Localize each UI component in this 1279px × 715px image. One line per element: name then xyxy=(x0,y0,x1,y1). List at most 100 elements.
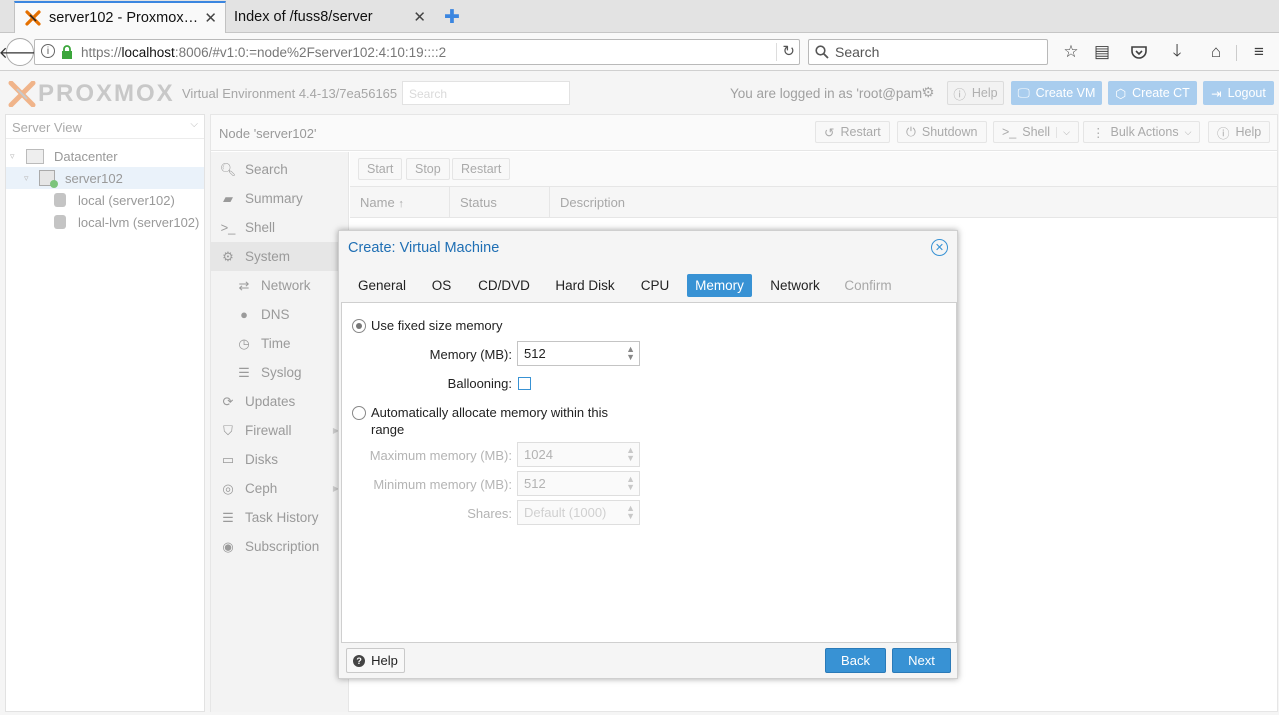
pve-header: PROXMOX Virtual Environment 4.4-13/7ea56… xyxy=(0,72,1279,114)
node-restart-button[interactable]: ↺ Restart xyxy=(815,121,890,143)
max-memory-label: Maximum memory (MB): xyxy=(369,448,512,463)
resource-search-input[interactable]: Search xyxy=(402,81,570,105)
new-tab-icon[interactable]: ✚ xyxy=(444,6,460,29)
node-shutdown-button[interactable]: ⏻ Shutdown xyxy=(897,121,987,143)
chevron-down-icon[interactable]: ⌵ xyxy=(190,119,198,130)
spinner-icon[interactable]: ▲ ▼ xyxy=(626,504,635,521)
pocket-icon[interactable] xyxy=(1127,40,1151,64)
chevron-down-icon[interactable]: ⌵ xyxy=(1185,127,1192,138)
menu-item-subscription[interactable]: ◉ Subscription xyxy=(211,532,349,561)
column-name[interactable]: Name ↑ xyxy=(350,187,450,217)
desktop-icon: 🖵 xyxy=(1017,85,1030,100)
ballooning-checkbox[interactable] xyxy=(518,377,531,390)
create-vm-button[interactable]: 🖵 Create VM xyxy=(1011,81,1102,105)
menu-item-shell[interactable]: >_ Shell xyxy=(211,213,349,242)
column-status[interactable]: Status xyxy=(450,187,550,217)
power-icon: ⏻ xyxy=(906,124,916,139)
hamburger-menu-icon[interactable]: ≡ xyxy=(1247,40,1271,64)
next-button[interactable]: Next xyxy=(892,648,951,673)
create-vm-dialog: Create: Virtual Machine ✕ General OS CD/… xyxy=(338,230,958,679)
close-icon[interactable]: ✕ xyxy=(931,239,948,256)
memory-input[interactable]: 512 ▲ ▼ xyxy=(517,341,640,366)
tree-item-datacenter[interactable]: ▿ Datacenter xyxy=(6,145,204,167)
search-placeholder: Search xyxy=(835,44,880,60)
url-bar[interactable]: i https://localhost:8006/#v1:0:=node%2Fs… xyxy=(34,39,800,65)
logout-button[interactable]: ⇥ Logout xyxy=(1203,81,1274,105)
spinner-icon[interactable]: ▲ ▼ xyxy=(626,345,635,362)
bulk-actions-button[interactable]: ⋮ Bulk Actions ⌵ xyxy=(1083,121,1201,143)
tab-os[interactable]: OS xyxy=(423,274,460,297)
max-memory-input[interactable]: 1024 ▲ ▼ xyxy=(517,442,640,467)
menu-item-dns[interactable]: ● DNS xyxy=(211,300,349,329)
create-ct-button[interactable]: ⬡ Create CT xyxy=(1108,81,1197,105)
tab-cpu[interactable]: CPU xyxy=(633,274,677,297)
tab-hard-disk[interactable]: Hard Disk xyxy=(548,274,622,297)
view-selector[interactable]: Server View ⌵ xyxy=(6,115,204,139)
memory-panel: Use fixed size memory Memory (MB): 512 ▲… xyxy=(341,302,957,643)
close-tab-icon[interactable]: ✕ xyxy=(413,8,426,26)
collapse-icon[interactable]: ▿ xyxy=(24,173,36,184)
column-description[interactable]: Description xyxy=(550,187,850,217)
downloads-icon[interactable]: 🡓 xyxy=(1165,40,1189,64)
gear-icon[interactable]: ⚙ xyxy=(922,84,935,101)
chevron-down-icon[interactable]: ⌵ xyxy=(1056,126,1070,138)
menu-item-network[interactable]: ⇄ Network xyxy=(211,271,349,300)
stop-button[interactable]: Stop xyxy=(406,158,450,180)
tab-general[interactable]: General xyxy=(350,274,414,297)
auto-memory-radio[interactable] xyxy=(352,406,366,420)
reload-icon[interactable]: ↻ xyxy=(782,42,795,60)
browser-search-input[interactable]: Search xyxy=(808,39,1048,65)
cogs-icon: ⚙ xyxy=(222,248,234,264)
collapse-icon[interactable]: ▿ xyxy=(10,151,22,162)
header-help-button[interactable]: ⓘ Help xyxy=(947,81,1004,105)
proxmox-logo: PROXMOX xyxy=(8,80,175,108)
bookmark-star-icon[interactable]: ☆ xyxy=(1059,40,1083,64)
info-icon[interactable]: i xyxy=(41,44,55,58)
node-shell-button[interactable]: >_ Shell ⌵ xyxy=(993,121,1079,143)
menu-item-system[interactable]: ⚙ System xyxy=(211,242,349,271)
shares-input[interactable]: Default (1000) ▲ ▼ xyxy=(517,500,640,525)
close-tab-icon[interactable]: ✕ xyxy=(204,9,217,27)
spinner-icon[interactable]: ▲ ▼ xyxy=(626,475,635,492)
menu-item-firewall[interactable]: ⛉ Firewall ▶ xyxy=(211,416,349,445)
back-icon[interactable]: 🡐 xyxy=(0,38,41,66)
spinner-icon[interactable]: ▲ ▼ xyxy=(626,446,635,463)
home-icon[interactable]: ⌂ xyxy=(1204,40,1228,64)
tab-cd-dvd[interactable]: CD/DVD xyxy=(472,274,536,297)
shares-label: Shares: xyxy=(467,506,512,521)
vm-restart-button[interactable]: Restart xyxy=(452,158,511,180)
lock-icon xyxy=(62,45,72,59)
browser-tab-proxmox[interactable]: server102 - Proxmox… ✕ xyxy=(14,1,226,33)
browser-tab-index[interactable]: Index of /fuss8/server ✕ xyxy=(226,1,432,33)
resource-tree: Server View ⌵ ▿ Datacenter ▿ server102 l… xyxy=(5,114,205,712)
tab-memory[interactable]: Memory xyxy=(687,274,752,297)
terminal-icon: >_ xyxy=(220,220,236,235)
sign-out-icon: ⇥ xyxy=(1211,86,1222,101)
browser-tab-bar: server102 - Proxmox… ✕ Index of /fuss8/s… xyxy=(0,0,1279,33)
sort-asc-icon: ↑ xyxy=(398,198,404,210)
start-button[interactable]: Start xyxy=(358,158,403,180)
tab-network[interactable]: Network xyxy=(763,274,827,297)
question-circle-icon: ? xyxy=(353,654,366,667)
search-toolbar: Start Stop Restart xyxy=(350,152,1277,186)
tree-item-local[interactable]: local (server102) xyxy=(6,189,204,211)
node-help-button[interactable]: ⓘ Help xyxy=(1208,121,1271,143)
menu-item-task-history[interactable]: ☰ Task History xyxy=(211,503,349,532)
proxmox-favicon-icon xyxy=(25,10,41,26)
back-button[interactable]: Back xyxy=(825,648,886,673)
tab-confirm[interactable]: Confirm xyxy=(837,274,899,297)
menu-item-search[interactable]: 🔍︎ Search xyxy=(211,155,349,184)
menu-item-disks[interactable]: ▭ Disks xyxy=(211,445,349,474)
menu-item-updates[interactable]: ⟳ Updates xyxy=(211,387,349,416)
dialog-help-button[interactable]: ? Help xyxy=(346,648,405,673)
tree-item-server102[interactable]: ▿ server102 xyxy=(6,167,204,189)
fixed-memory-radio[interactable] xyxy=(352,319,366,333)
url-text: https://localhost:8006/#v1:0:=node%2Fser… xyxy=(81,45,447,60)
min-memory-input[interactable]: 512 ▲ ▼ xyxy=(517,471,640,496)
menu-item-ceph[interactable]: ◎ Ceph ▶ xyxy=(211,474,349,503)
menu-item-summary[interactable]: ▰ Summary xyxy=(211,184,349,213)
menu-item-syslog[interactable]: ☰ Syslog xyxy=(211,358,349,387)
reading-list-icon[interactable]: ▤ xyxy=(1090,40,1114,64)
tree-item-local-lvm[interactable]: local-lvm (server102) xyxy=(6,211,204,233)
menu-item-time[interactable]: ◷ Time xyxy=(211,329,349,358)
